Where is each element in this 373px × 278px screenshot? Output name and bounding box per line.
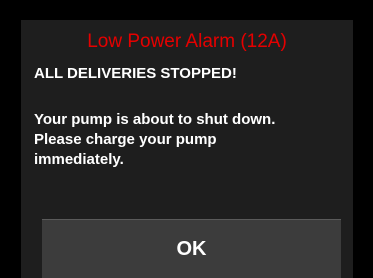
alarm-subtitle: ALL DELIVERIES STOPPED! [34,65,237,82]
alarm-dialog: Low Power Alarm (12A) ALL DELIVERIES STO… [21,20,353,278]
alarm-message-line: Please charge your pump [34,131,217,148]
alarm-title: Low Power Alarm (12A) [87,31,287,52]
alarm-message: Your pump is about to shut down. Please … [34,110,350,170]
ok-button[interactable]: OK [42,219,341,278]
alarm-message-line: Your pump is about to shut down. [34,111,276,128]
pump-screen: Low Power Alarm (12A) ALL DELIVERIES STO… [0,0,373,278]
alarm-message-line: immediately. [34,151,124,168]
